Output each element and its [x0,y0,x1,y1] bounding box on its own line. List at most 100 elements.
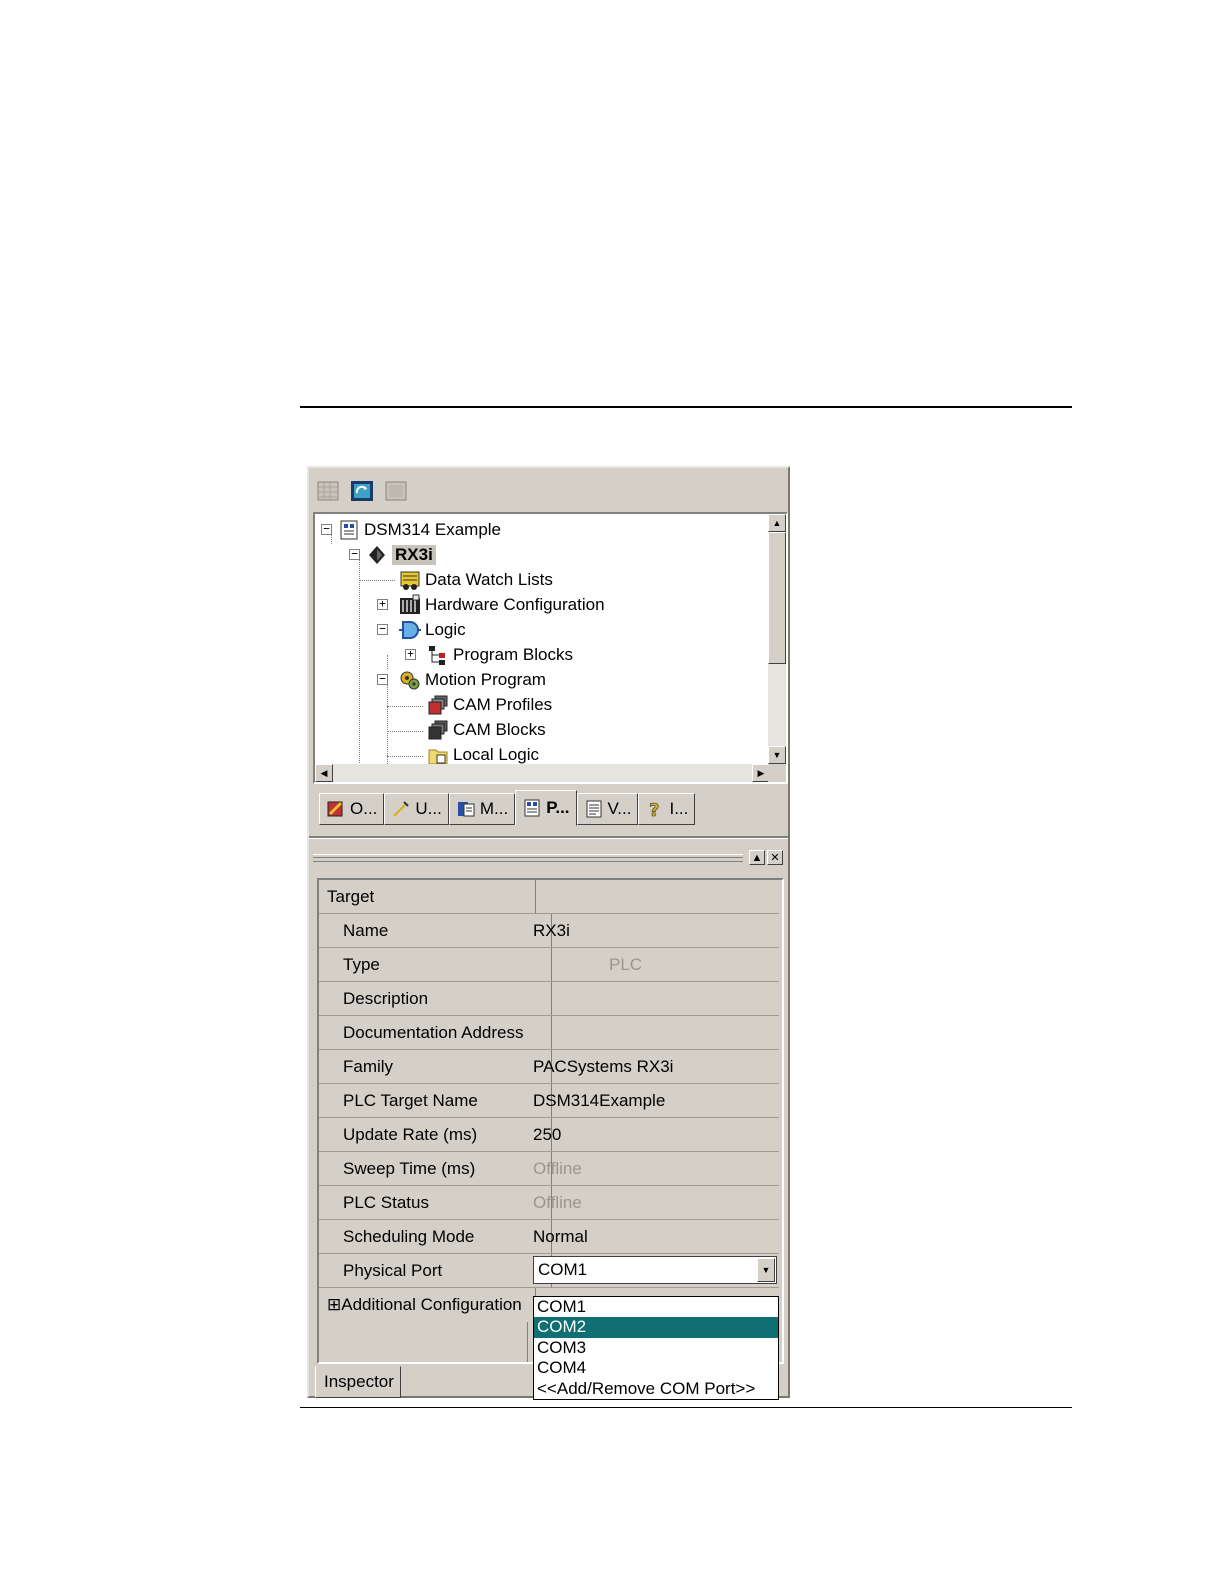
tree-vertical-scrollbar[interactable]: ▲ ▼ [768,514,786,764]
tab-options[interactable]: O... [319,793,385,825]
property-grid: Target Name RX3i Type PLC Description Do… [317,878,784,1364]
property-value[interactable]: Normal [533,1220,773,1253]
tree-node-rx3i[interactable]: − RX3i [349,542,436,567]
dropdown-option[interactable]: COM4 [534,1358,778,1378]
tree-label: Local Logic [453,744,540,764]
tab-manuals[interactable]: M... [448,793,516,825]
maximize-icon[interactable]: ▲ [749,850,765,865]
tab-help[interactable]: ? I... [638,793,696,825]
toolbar [315,478,409,508]
tab-label: P... [546,798,570,817]
close-icon[interactable]: ✕ [767,850,783,865]
hardware-icon [399,594,421,616]
property-category: Target [319,880,536,913]
property-name: Scheduling Mode [319,1220,552,1253]
drag-grip[interactable] [313,854,743,862]
property-row-description[interactable]: Description [319,982,779,1016]
property-row-sweep-time[interactable]: Sweep Time (ms) Offline [319,1152,779,1186]
project-icon [524,799,540,817]
property-value[interactable] [533,1016,773,1049]
target-icon [366,544,388,566]
tree-label: Data Watch Lists [425,569,553,589]
property-row-update-rate[interactable]: Update Rate (ms) 250 [319,1118,779,1152]
help-icon: ? [649,800,660,819]
expand-icon[interactable]: + [377,598,388,610]
manuals-icon [457,802,475,817]
cam-profiles-icon [427,694,449,716]
scroll-down-icon[interactable]: ▼ [768,746,786,764]
tree-node-logic[interactable]: − Logic [377,617,466,642]
property-value[interactable]: RX3i [533,914,773,947]
grid-icon[interactable] [315,478,341,504]
collapse-icon[interactable]: − [321,523,332,535]
property-row-plc-target-name[interactable]: PLC Target Name DSM314Example [319,1084,779,1118]
tab-label: V... [607,799,632,818]
tree-horizontal-scrollbar[interactable]: ◀ ▶ [315,764,770,782]
tree-node-cam-blocks[interactable]: CAM Blocks [427,717,546,742]
property-value[interactable]: PACSystems RX3i [533,1050,773,1083]
logic-icon [399,619,421,641]
property-value: PLC [609,954,643,974]
property-name: Family [319,1050,552,1083]
collapse-icon[interactable]: − [377,673,388,685]
tab-inspector[interactable]: Inspector [315,1366,401,1398]
property-value[interactable]: DSM314Example [533,1084,773,1117]
property-name: PLC Status [319,1186,552,1219]
property-row-family[interactable]: Family PACSystems RX3i [319,1050,779,1084]
property-row-name[interactable]: Name RX3i [319,914,779,948]
collapse-icon[interactable]: − [349,548,360,560]
project-tree[interactable]: − DSM314 Example − RX3i Data Watch Lists [313,512,788,784]
tab-project[interactable]: P... [515,790,577,826]
chevron-down-icon[interactable]: ▼ [757,1258,775,1282]
tree-label-selected: RX3i [392,544,436,565]
tree-node-project[interactable]: − DSM314 Example [321,517,501,542]
property-header-row: Target [319,880,779,914]
tree-node-program-blocks[interactable]: + Program Blocks [405,642,573,667]
scroll-thumb[interactable] [768,532,786,664]
refresh-icon[interactable] [349,478,375,504]
property-name: Description [319,982,552,1015]
tree-label: Motion Program [425,669,546,689]
scroll-up-icon[interactable]: ▲ [768,514,786,532]
property-row-type[interactable]: Type PLC [319,948,779,982]
variables-icon [586,800,602,818]
property-name: Update Rate (ms) [319,1118,552,1151]
dropdown-option[interactable]: <<Add/Remove COM Port>> [534,1379,778,1399]
physical-port-dropdown[interactable]: COM1 COM2 COM3 COM4 <<Add/Remove COM Por… [533,1296,779,1400]
property-name[interactable]: ⊞Additional Configuration [319,1288,536,1321]
tab-label: O... [350,799,378,818]
local-logic-icon [427,744,449,764]
expand-icon[interactable]: + [405,648,416,660]
tab-variables[interactable]: V... [576,793,639,825]
inspector-header: ▲ ✕ [313,848,783,868]
physical-port-select[interactable]: COM1 ▼ [533,1256,777,1284]
property-value[interactable] [533,982,773,1015]
tab-utilities[interactable]: U... [384,793,449,825]
property-value: Offline [533,1158,582,1178]
property-row-physical-port[interactable]: Physical Port COM1 ▼ [319,1254,779,1288]
dropdown-option[interactable]: COM3 [534,1338,778,1358]
tree-label: Program Blocks [453,644,573,664]
blank-icon[interactable] [383,478,409,504]
scroll-left-icon[interactable]: ◀ [315,764,333,782]
tree-node-cam-profiles[interactable]: CAM Profiles [427,692,552,717]
tree-node-data-watch[interactable]: Data Watch Lists [399,567,553,592]
tree-node-motion[interactable]: − Motion Program [377,667,546,692]
dropdown-option[interactable]: COM1 [534,1297,778,1317]
property-row-documentation[interactable]: Documentation Address [319,1016,779,1050]
collapse-icon[interactable]: − [377,623,388,635]
tree-label: CAM Blocks [453,719,546,739]
tree-label: Hardware Configuration [425,594,605,614]
property-value[interactable]: 250 [533,1118,773,1151]
property-name: Documentation Address [319,1016,552,1049]
tree-node-local-logic[interactable]: Local Logic [427,742,539,764]
property-row-scheduling-mode[interactable]: Scheduling Mode Normal [319,1220,779,1254]
dropdown-option-selected[interactable]: COM2 [534,1317,778,1338]
motion-icon [399,669,421,691]
utilities-icon [393,801,410,817]
tree-label: Logic [425,619,466,639]
tree-node-hardware[interactable]: + Hardware Configuration [377,592,605,617]
property-name: Name [319,914,552,947]
tab-label: U... [415,799,442,818]
property-row-plc-status[interactable]: PLC Status Offline [319,1186,779,1220]
